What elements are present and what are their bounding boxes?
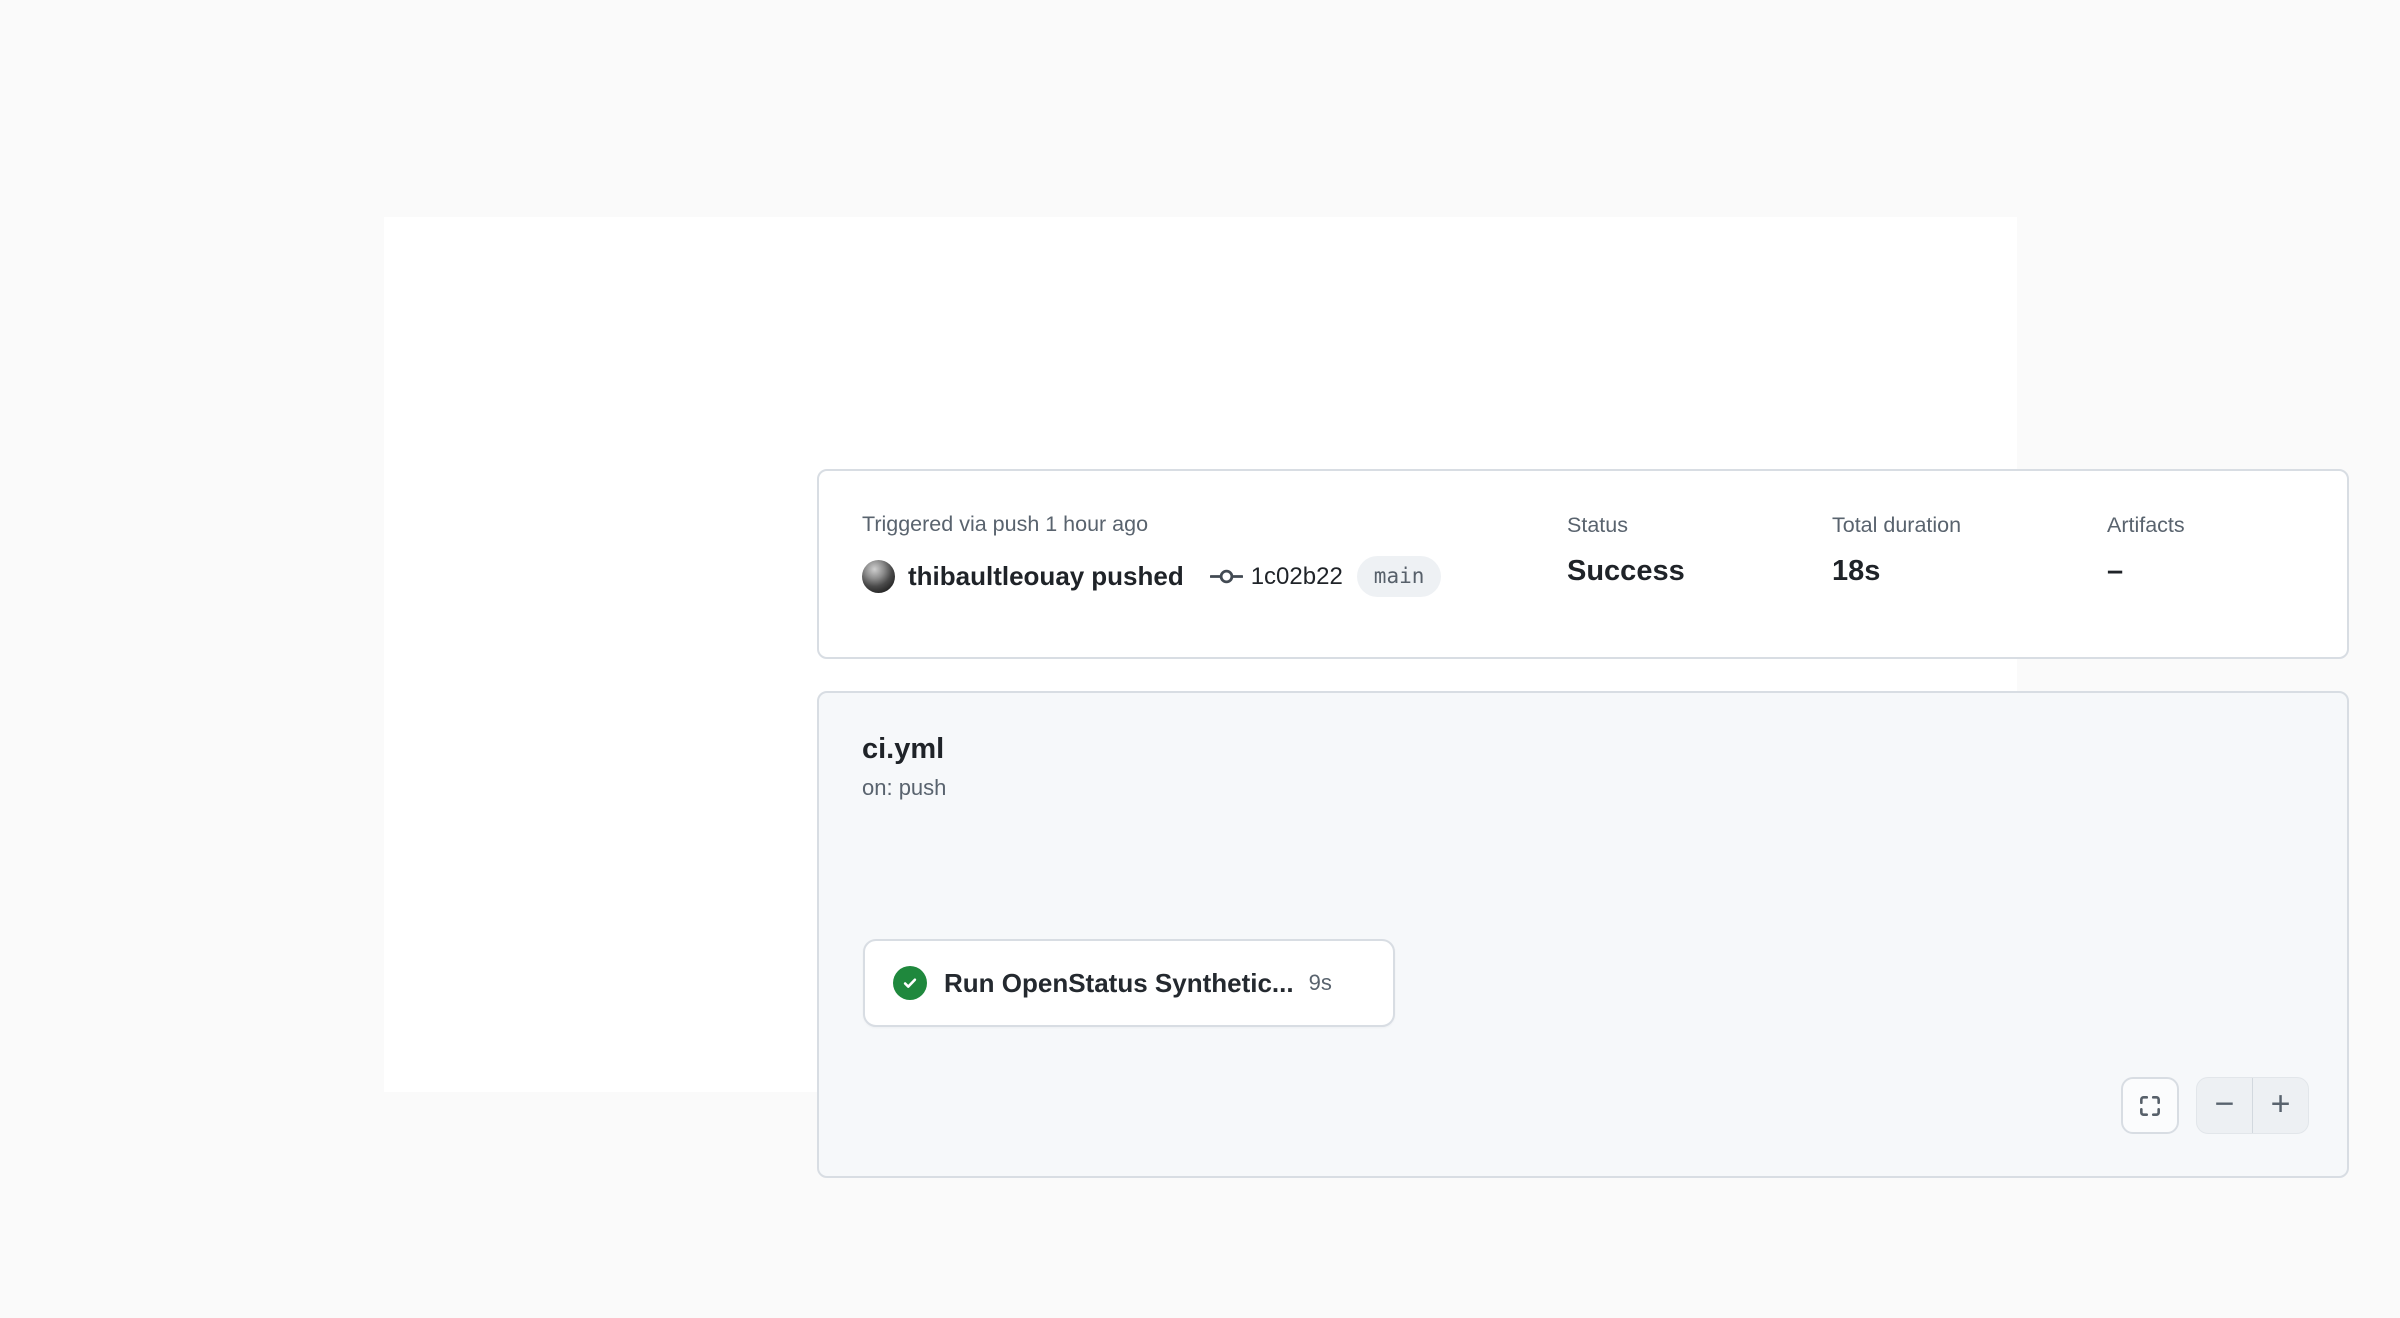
actor-name-link[interactable]: thibaultleouay [908, 561, 1084, 592]
stat-column-artifacts: Artifacts – [2107, 513, 2185, 588]
job-card[interactable]: Run OpenStatus Synthetic... 9s [863, 939, 1395, 1027]
branch-badge[interactable]: main [1357, 556, 1442, 597]
plus-icon: + [2271, 1087, 2291, 1121]
user-avatar[interactable] [862, 560, 895, 593]
job-duration: 9s [1309, 970, 1332, 996]
stat-label: Artifacts [2107, 513, 2185, 538]
commit-sha-link[interactable]: 1c02b22 [1251, 563, 1343, 591]
zoom-out-button[interactable]: − [2197, 1078, 2253, 1133]
stat-column-status: Status Success [1567, 513, 1685, 588]
check-circle-icon [893, 966, 927, 1000]
fullscreen-button[interactable] [2121, 1077, 2179, 1134]
run-summary-card: Triggered via push 1 hour ago thibaultle… [817, 469, 2349, 659]
minus-icon: − [2215, 1087, 2235, 1121]
content-column: Triggered via push 1 hour ago thibaultle… [384, 217, 2017, 1092]
zoom-control-group: − + [2196, 1077, 2309, 1134]
workflow-file-name: ci.yml [862, 733, 946, 766]
stat-column-duration: Total duration 18s [1832, 513, 1961, 588]
artifacts-value: – [2107, 555, 2185, 588]
trigger-text: Triggered via push 1 hour ago [862, 511, 1441, 539]
duration-value: 18s [1832, 555, 1961, 588]
actor-row: thibaultleouay pushed 1c02b22 main [862, 556, 1441, 597]
workflow-header: ci.yml on: push [862, 733, 946, 801]
status-value: Success [1567, 555, 1685, 588]
zoom-in-button[interactable]: + [2253, 1078, 2308, 1133]
fullscreen-icon [2137, 1093, 2163, 1119]
stat-label: Total duration [1832, 513, 1961, 538]
git-commit-icon [1210, 566, 1243, 587]
job-name: Run OpenStatus Synthetic... [944, 968, 1294, 999]
graph-controls: − + [2121, 1077, 2309, 1134]
actor-action-label: pushed [1091, 561, 1183, 592]
workflow-trigger: on: push [862, 775, 946, 801]
trigger-block: Triggered via push 1 hour ago thibaultle… [862, 511, 1441, 597]
workflow-graph-panel: ci.yml on: push Run OpenStatus Synthetic… [817, 691, 2349, 1178]
stat-label: Status [1567, 513, 1685, 538]
